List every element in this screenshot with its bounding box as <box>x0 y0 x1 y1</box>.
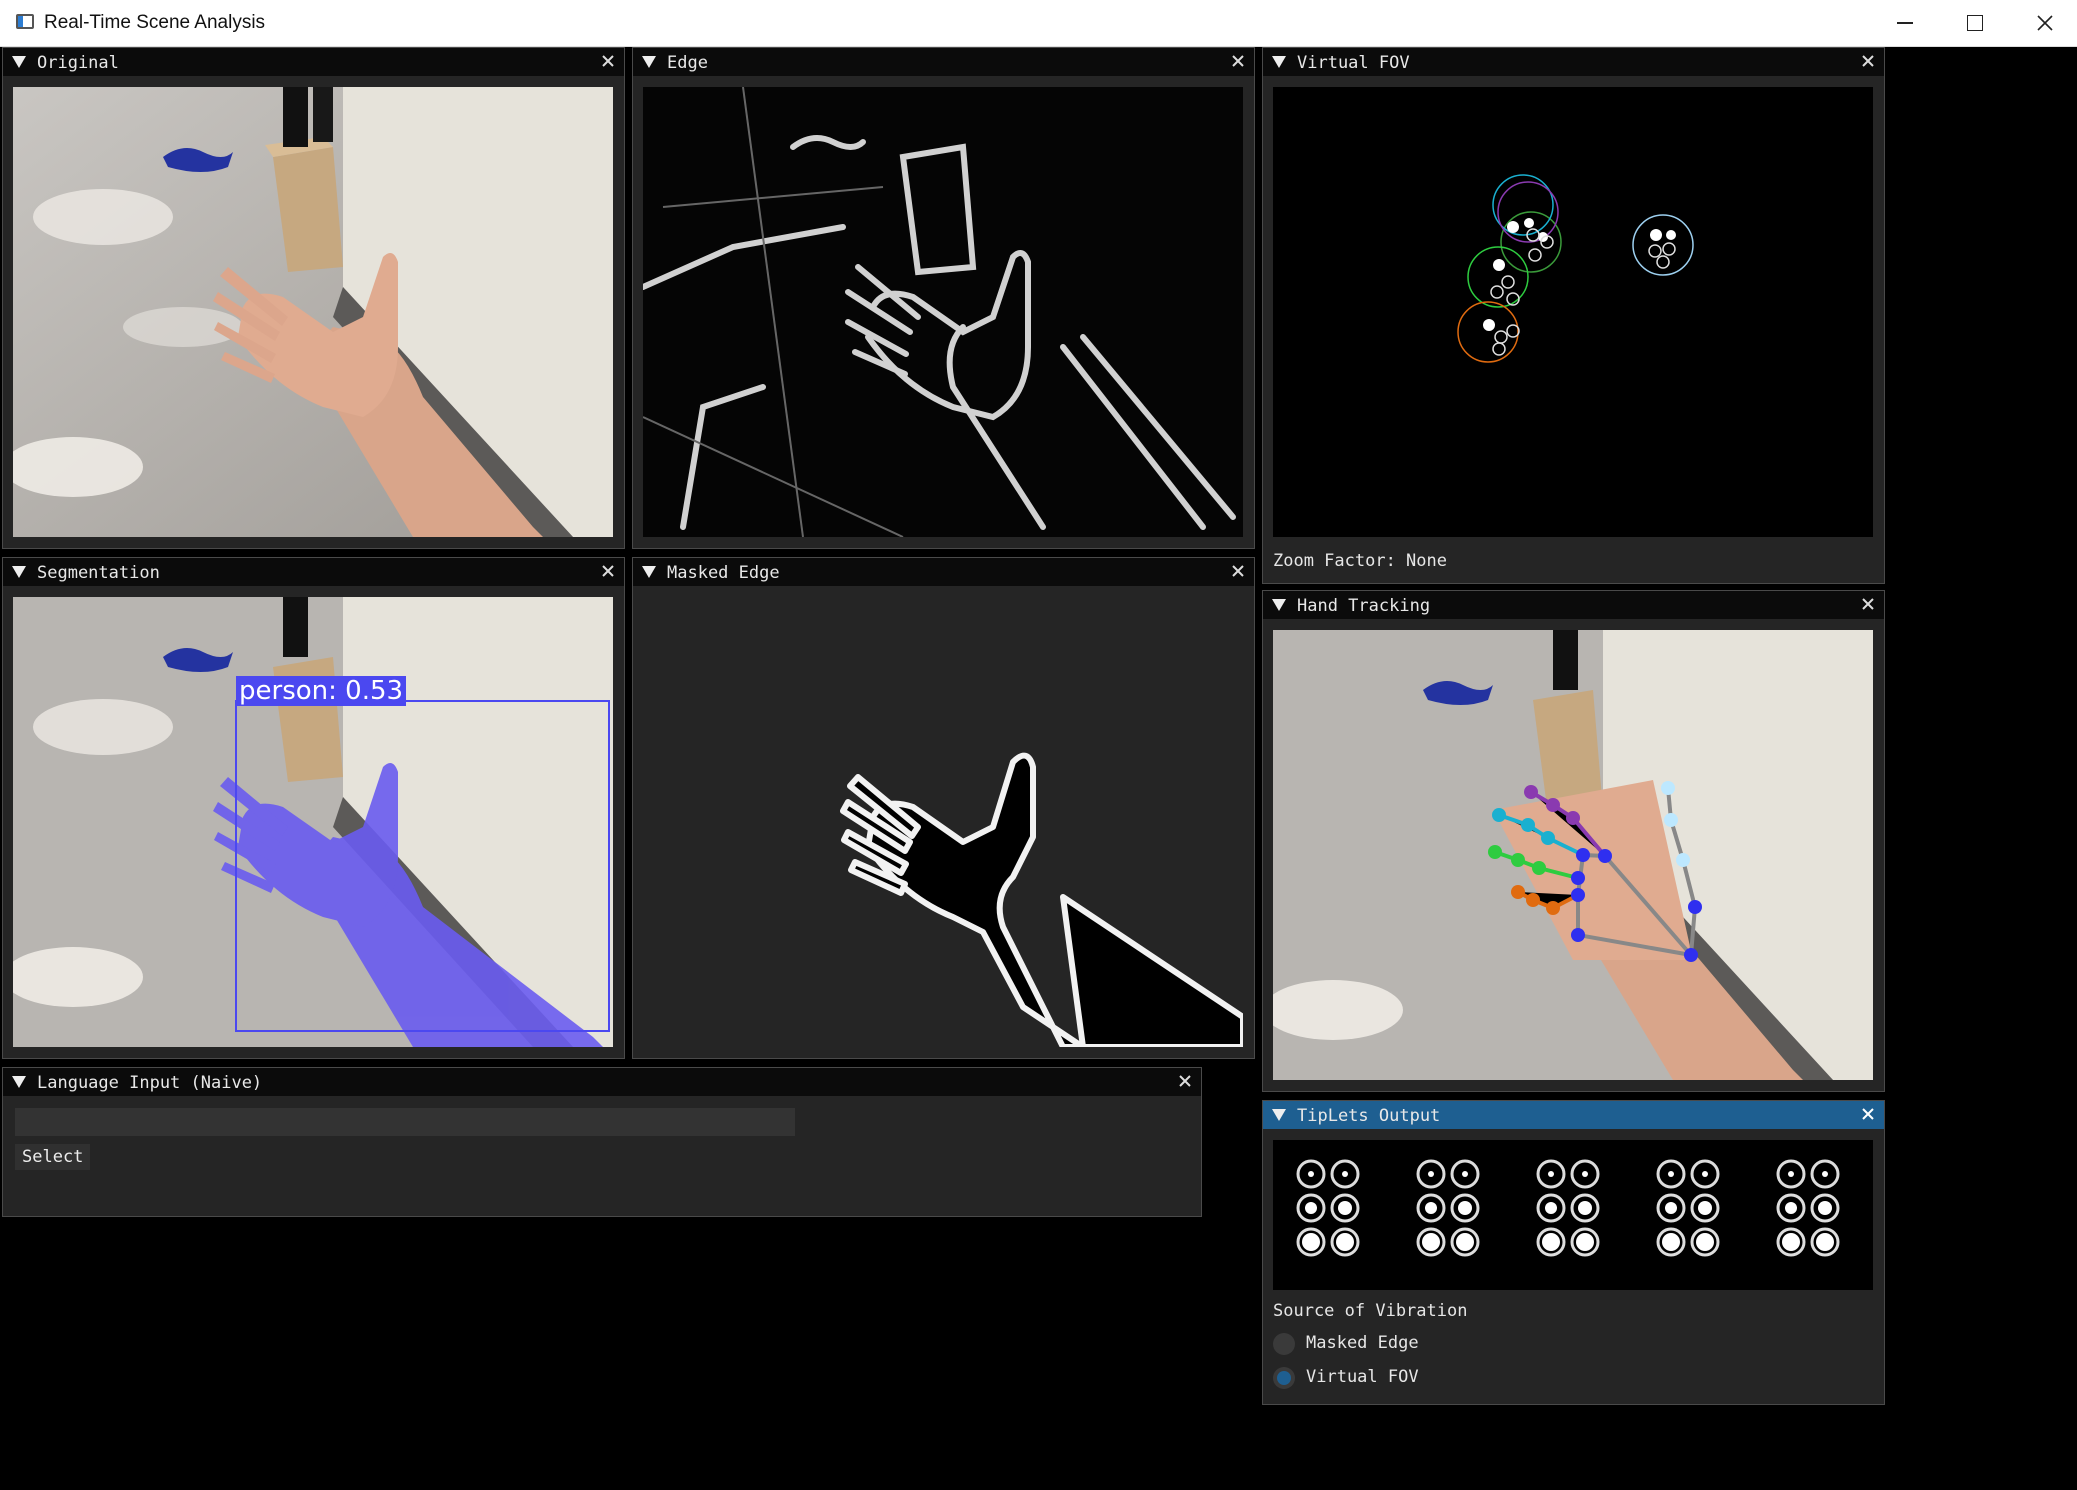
close-icon[interactable] <box>1230 53 1246 69</box>
panel-title: Hand Tracking <box>1297 596 1431 616</box>
close-icon[interactable] <box>1860 53 1876 69</box>
panel-header[interactable]: Original <box>3 48 624 76</box>
radio-label: Masked Edge <box>1306 1333 1419 1353</box>
panel-header[interactable]: TipLets Output <box>1263 1101 1884 1129</box>
radio-option-masked-edge[interactable]: Masked Edge <box>1273 1331 1573 1357</box>
panel-header[interactable]: Segmentation <box>3 558 624 586</box>
collapse-icon[interactable] <box>12 56 26 68</box>
original-image <box>13 87 613 537</box>
panel-header[interactable]: Masked Edge <box>633 558 1254 586</box>
close-icon[interactable] <box>1177 1073 1193 1089</box>
detection-label: person: 0.53 <box>236 676 407 706</box>
tiplet-ring <box>1656 1159 1720 1257</box>
language-input-panel: Language Input (Naive) Select <box>2 1067 1202 1217</box>
collapse-icon[interactable] <box>1272 1109 1286 1121</box>
tiplet-pinky <box>1776 1159 1840 1257</box>
masked-edge-panel: Masked Edge <box>632 557 1255 1059</box>
collapse-icon[interactable] <box>1272 599 1286 611</box>
close-icon[interactable] <box>1860 1106 1876 1122</box>
panel-title: Original <box>37 53 119 73</box>
minimize-icon <box>1897 22 1913 24</box>
zoom-factor-label: Zoom Factor: None <box>1273 551 1447 571</box>
close-icon[interactable] <box>1860 596 1876 612</box>
tiplets-output-panel: TipLets Output Source of Vibration Maske… <box>1262 1100 1885 1405</box>
panel-title: TipLets Output <box>1297 1106 1441 1126</box>
collapse-icon[interactable] <box>642 56 656 68</box>
window-title: Real-Time Scene Analysis <box>44 12 266 33</box>
hand-tracking-image <box>1273 630 1873 1080</box>
radio-button[interactable] <box>1273 1367 1295 1389</box>
edge-panel: Edge <box>632 47 1255 549</box>
collapse-icon[interactable] <box>642 566 656 578</box>
collapse-icon[interactable] <box>12 566 26 578</box>
virtual-fov-panel: Virtual FOV Zoom Factor: None <box>1262 47 1885 584</box>
panel-title: Language Input (Naive) <box>37 1073 263 1093</box>
tiplet-index <box>1416 1159 1480 1257</box>
panel-title: Edge <box>667 53 708 73</box>
panel-title: Masked Edge <box>667 563 780 583</box>
window-titlebar: Real-Time Scene Analysis <box>0 0 2077 47</box>
virtual-fov-canvas <box>1273 87 1873 537</box>
segmentation-panel: Segmentation person: 0.53 <box>2 557 625 1059</box>
language-text-input[interactable] <box>15 1108 795 1136</box>
collapse-icon[interactable] <box>1272 56 1286 68</box>
radio-label: Virtual FOV <box>1306 1367 1419 1387</box>
tiplets-canvas <box>1273 1140 1873 1290</box>
minimize-button[interactable] <box>1870 0 1940 46</box>
edge-image <box>643 87 1243 537</box>
close-icon[interactable] <box>1230 563 1246 579</box>
source-of-vibration-label: Source of Vibration <box>1273 1301 1468 1321</box>
radio-button[interactable] <box>1273 1333 1295 1355</box>
maximize-button[interactable] <box>1940 0 2010 46</box>
original-panel: Original <box>2 47 625 549</box>
close-icon <box>2037 15 2053 31</box>
masked-edge-image <box>643 597 1243 1047</box>
collapse-icon[interactable] <box>12 1076 26 1088</box>
hand-tracking-panel: Hand Tracking <box>1262 590 1885 1092</box>
panel-title: Segmentation <box>37 563 160 583</box>
segmentation-image <box>13 597 613 1047</box>
select-button[interactable]: Select <box>15 1144 91 1170</box>
panel-header[interactable]: Virtual FOV <box>1263 48 1884 76</box>
panel-header[interactable]: Language Input (Naive) <box>3 1068 1201 1096</box>
panel-header[interactable]: Edge <box>633 48 1254 76</box>
panel-header[interactable]: Hand Tracking <box>1263 591 1884 619</box>
tiplet-thumb <box>1296 1159 1360 1257</box>
tiplet-middle <box>1536 1159 1600 1257</box>
radio-option-virtual-fov[interactable]: Virtual FOV <box>1273 1365 1573 1391</box>
maximize-icon <box>1967 15 1983 31</box>
app-icon <box>16 14 34 29</box>
close-icon[interactable] <box>600 563 616 579</box>
close-icon[interactable] <box>600 53 616 69</box>
close-window-button[interactable] <box>2010 0 2077 46</box>
panel-title: Virtual FOV <box>1297 53 1410 73</box>
